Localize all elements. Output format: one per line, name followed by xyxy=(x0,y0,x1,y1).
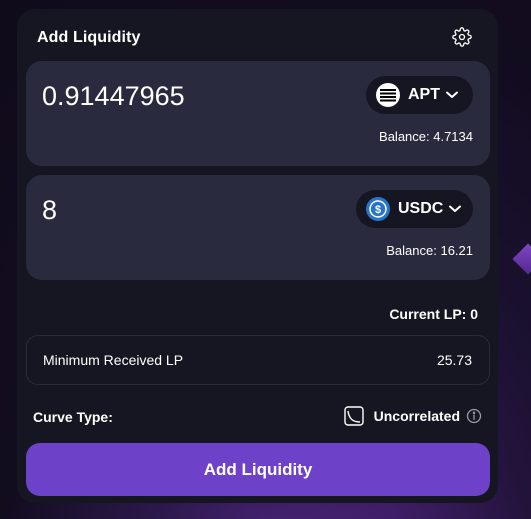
token-a-amount-input[interactable] xyxy=(42,77,342,115)
curve-type-text: Uncorrelated xyxy=(373,408,460,424)
chevron-down-icon xyxy=(446,91,458,99)
token-a-selector[interactable]: APT xyxy=(366,76,473,114)
minimum-received-value: 25.73 xyxy=(436,352,472,368)
current-lp-text: Current LP: 0 xyxy=(389,306,478,322)
usdc-token-icon: $ xyxy=(366,197,390,221)
curve-type-value: Uncorrelated xyxy=(343,406,482,426)
svg-text:$: $ xyxy=(375,204,381,216)
token-b-symbol: USDC xyxy=(398,200,444,217)
token-a-panel: APT Balance: 4.7134 xyxy=(26,61,490,166)
minimum-received-label: Minimum Received LP xyxy=(43,352,184,368)
add-liquidity-card: Add Liquidity APT Balance: 4.7134 xyxy=(17,9,498,503)
curve-uncorrelated-icon xyxy=(343,406,364,426)
info-icon[interactable] xyxy=(466,408,482,424)
token-b-balance: Balance: 16.21 xyxy=(386,243,473,258)
card-title: Add Liquidity xyxy=(37,29,141,46)
gear-icon xyxy=(452,27,472,47)
add-liquidity-button[interactable]: Add Liquidity xyxy=(26,443,490,496)
chevron-down-icon xyxy=(449,205,462,213)
token-b-panel: $ USDC Balance: 16.21 xyxy=(26,175,490,280)
token-b-selector[interactable]: $ USDC xyxy=(356,190,473,228)
settings-button[interactable] xyxy=(451,26,473,48)
token-a-symbol: APT xyxy=(408,86,440,103)
background-diamond-decoration xyxy=(512,243,531,275)
apt-token-icon xyxy=(376,83,400,107)
minimum-received-panel: Minimum Received LP 25.73 xyxy=(26,335,490,385)
curve-type-label: Curve Type: xyxy=(33,409,113,425)
token-b-amount-input[interactable] xyxy=(42,191,342,229)
token-a-balance: Balance: 4.7134 xyxy=(379,129,473,144)
